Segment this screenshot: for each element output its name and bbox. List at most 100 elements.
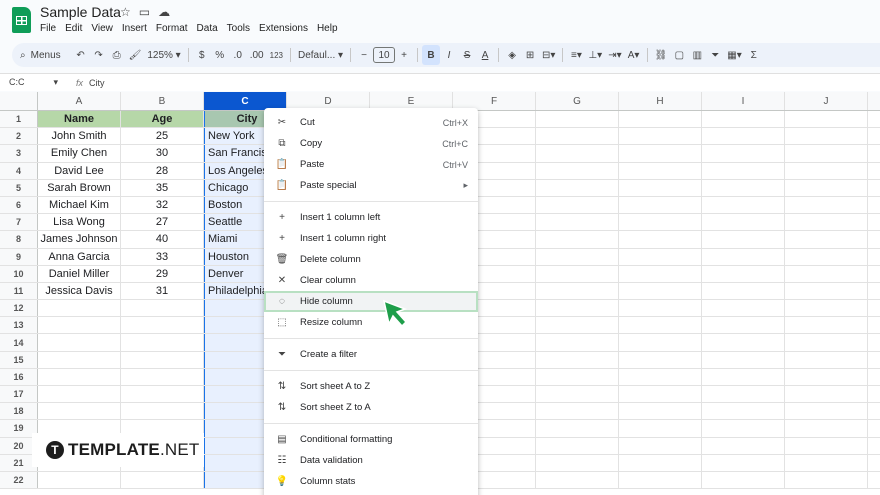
cell-i[interactable]: [702, 471, 785, 489]
select-all-corner[interactable]: [0, 92, 38, 110]
cell-h[interactable]: [619, 403, 702, 420]
font-size-decrease-icon[interactable]: −: [355, 45, 373, 65]
cell-g[interactable]: [536, 334, 619, 351]
menu-edit[interactable]: Edit: [65, 23, 82, 34]
formula-input[interactable]: City: [89, 78, 105, 88]
menus-search[interactable]: ⌕ Menus: [12, 45, 64, 65]
cell-h[interactable]: [619, 386, 702, 403]
text-color-icon[interactable]: A: [476, 45, 494, 65]
cell-j[interactable]: [785, 196, 868, 214]
row-header[interactable]: 11: [0, 282, 38, 300]
cell-a[interactable]: [38, 300, 121, 317]
currency-button[interactable]: $: [193, 45, 211, 65]
text-rotation-icon[interactable]: A▾: [625, 45, 643, 65]
cell-b[interactable]: 30: [121, 145, 204, 162]
cell-a[interactable]: Daniel Miller: [38, 265, 121, 282]
cell-g[interactable]: [536, 454, 619, 471]
cell-g[interactable]: [536, 282, 619, 300]
cell-i[interactable]: [702, 128, 785, 145]
cell-b[interactable]: Age: [121, 111, 204, 128]
chart-icon[interactable]: ▥: [688, 45, 706, 65]
cell-h[interactable]: [619, 471, 702, 489]
cell-a[interactable]: Sarah Brown: [38, 179, 121, 196]
star-icon[interactable]: ☆: [120, 5, 131, 19]
cell-h[interactable]: [619, 128, 702, 145]
vertical-align-icon[interactable]: ⊥▾: [585, 45, 605, 65]
cell-b[interactable]: [121, 471, 204, 489]
menu-data[interactable]: Data: [197, 23, 218, 34]
cell-b[interactable]: [121, 368, 204, 385]
column-header-b[interactable]: B: [121, 92, 204, 110]
row-header[interactable]: 2: [0, 128, 38, 145]
cell-b[interactable]: 29: [121, 265, 204, 282]
cell-a[interactable]: Lisa Wong: [38, 214, 121, 231]
cell-h[interactable]: [619, 145, 702, 162]
cell-j[interactable]: [785, 386, 868, 403]
cell-b[interactable]: [121, 386, 204, 403]
row-header[interactable]: 12: [0, 300, 38, 317]
cell-b[interactable]: [121, 317, 204, 334]
cell-g[interactable]: [536, 386, 619, 403]
cell-j[interactable]: [785, 248, 868, 265]
cell-a[interactable]: Jessica Davis: [38, 282, 121, 300]
cell-j[interactable]: [785, 351, 868, 368]
cell-j[interactable]: [785, 162, 868, 179]
cell-h[interactable]: [619, 317, 702, 334]
cell-b[interactable]: [121, 300, 204, 317]
menu-item-insert-1-column-left[interactable]: + Insert 1 column left: [264, 207, 478, 228]
cell-g[interactable]: [536, 471, 619, 489]
menu-item-conditional-formatting[interactable]: ▤ Conditional formatting: [264, 429, 478, 450]
cell-g[interactable]: [536, 214, 619, 231]
menu-insert[interactable]: Insert: [122, 23, 147, 34]
cell-j[interactable]: [785, 145, 868, 162]
horizontal-align-icon[interactable]: ≡▾: [567, 45, 585, 65]
folder-icon[interactable]: ▭: [139, 5, 150, 19]
decrease-decimal-button[interactable]: .0: [229, 45, 247, 65]
cell-j[interactable]: [785, 368, 868, 385]
row-header[interactable]: 6: [0, 196, 38, 214]
italic-icon[interactable]: I: [440, 45, 458, 65]
cell-g[interactable]: [536, 196, 619, 214]
cell-i[interactable]: [702, 368, 785, 385]
cell-b[interactable]: 32: [121, 196, 204, 214]
row-header[interactable]: 7: [0, 214, 38, 231]
cell-h[interactable]: [619, 420, 702, 437]
cell-i[interactable]: [702, 196, 785, 214]
cell-h[interactable]: [619, 162, 702, 179]
cell-i[interactable]: [702, 162, 785, 179]
cell-i[interactable]: [702, 300, 785, 317]
paint-format-icon[interactable]: 🖌: [126, 45, 145, 65]
cell-a[interactable]: James Johnson: [38, 231, 121, 248]
cell-b[interactable]: [121, 351, 204, 368]
cell-j[interactable]: [785, 300, 868, 317]
cell-a[interactable]: [38, 334, 121, 351]
cell-i[interactable]: [702, 282, 785, 300]
cell-a[interactable]: Anna Garcia: [38, 248, 121, 265]
menu-file[interactable]: File: [40, 23, 56, 34]
menu-item-copy[interactable]: ⧉ Copy Ctrl+C: [264, 133, 478, 154]
cell-g[interactable]: [536, 231, 619, 248]
cell-a[interactable]: Michael Kim: [38, 196, 121, 214]
row-header[interactable]: 5: [0, 179, 38, 196]
menu-tools[interactable]: Tools: [227, 23, 250, 34]
cell-i[interactable]: [702, 214, 785, 231]
menu-item-create-a-filter[interactable]: ⏷ Create a filter: [264, 344, 478, 365]
redo-icon[interactable]: ↷: [90, 45, 108, 65]
cell-j[interactable]: [785, 128, 868, 145]
column-header-g[interactable]: G: [536, 92, 619, 110]
cell-i[interactable]: [702, 351, 785, 368]
cell-i[interactable]: [702, 317, 785, 334]
increase-decimal-button[interactable]: .00: [247, 45, 267, 65]
filter-views-icon[interactable]: ▦▾: [724, 45, 744, 65]
cell-b[interactable]: 28: [121, 162, 204, 179]
cell-i[interactable]: [702, 437, 785, 454]
cell-j[interactable]: [785, 111, 868, 128]
menu-item-insert-1-column-right[interactable]: + Insert 1 column right: [264, 228, 478, 249]
cell-a[interactable]: [38, 471, 121, 489]
cell-g[interactable]: [536, 248, 619, 265]
link-icon[interactable]: ⛓: [652, 45, 671, 65]
cell-i[interactable]: [702, 334, 785, 351]
column-header-j[interactable]: J: [785, 92, 868, 110]
cell-b[interactable]: 27: [121, 214, 204, 231]
cell-j[interactable]: [785, 179, 868, 196]
